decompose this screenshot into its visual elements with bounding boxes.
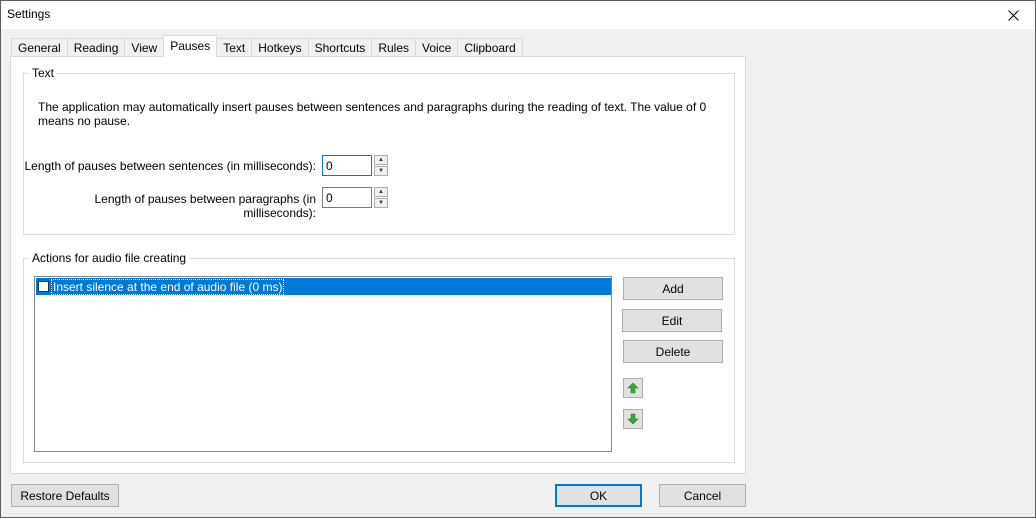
tab-general[interactable]: General xyxy=(11,38,68,57)
arrow-up-icon xyxy=(627,382,639,394)
restore-defaults-button[interactable]: Restore Defaults xyxy=(11,484,119,507)
text-group: Text The application may automatically i… xyxy=(23,66,735,235)
tab-shortcuts[interactable]: Shortcuts xyxy=(307,38,373,57)
paragraphs-pause-input[interactable] xyxy=(322,187,372,208)
paragraphs-increment-button[interactable]: ▲ xyxy=(374,187,388,197)
sentences-increment-button[interactable]: ▲ xyxy=(374,155,388,165)
list-item-checkbox[interactable] xyxy=(38,281,49,292)
ok-button[interactable]: OK xyxy=(555,484,642,507)
sentences-pause-label: Length of pauses between sentences (in m… xyxy=(24,159,316,173)
pauses-tab-panel: Text The application may automatically i… xyxy=(10,56,746,474)
settings-window: Settings General Reading View Pauses Tex… xyxy=(0,0,1036,518)
audio-actions-legend: Actions for audio file creating xyxy=(29,251,190,265)
tab-text[interactable]: Text xyxy=(216,38,253,57)
close-icon xyxy=(1007,9,1019,21)
text-group-legend: Text xyxy=(29,66,58,80)
close-button[interactable] xyxy=(991,1,1035,29)
tab-voice[interactable]: Voice xyxy=(415,38,459,57)
paragraphs-pause-spinner: ▲ ▼ xyxy=(322,187,388,208)
sentences-pause-spinner: ▲ ▼ xyxy=(322,155,388,176)
tab-strip: General Reading View Pauses Text Hotkeys… xyxy=(11,35,523,57)
tab-hotkeys[interactable]: Hotkeys xyxy=(251,38,309,57)
paragraphs-pause-label: Length of pauses between paragraphs (in … xyxy=(94,192,317,220)
audio-actions-list[interactable]: Insert silence at the end of audio file … xyxy=(34,276,612,452)
tab-reading[interactable]: Reading xyxy=(66,38,126,57)
pauses-description: The application may automatically insert… xyxy=(38,100,707,128)
tab-view[interactable]: View xyxy=(124,38,165,57)
move-up-button[interactable] xyxy=(623,378,643,398)
add-button[interactable]: Add xyxy=(623,277,723,300)
cancel-button[interactable]: Cancel xyxy=(659,484,746,507)
title-bar: Settings xyxy=(1,1,1035,29)
tab-pauses[interactable]: Pauses xyxy=(163,35,218,57)
edit-button[interactable]: Edit xyxy=(622,309,722,332)
arrow-down-icon xyxy=(627,413,639,425)
list-item[interactable]: Insert silence at the end of audio file … xyxy=(36,278,611,295)
window-title: Settings xyxy=(7,7,51,21)
tab-clipboard[interactable]: Clipboard xyxy=(457,38,523,57)
sentences-decrement-button[interactable]: ▼ xyxy=(374,166,388,176)
delete-button[interactable]: Delete xyxy=(623,340,723,363)
paragraphs-decrement-button[interactable]: ▼ xyxy=(374,198,388,208)
move-down-button[interactable] xyxy=(623,409,643,429)
tab-rules[interactable]: Rules xyxy=(371,38,416,57)
list-item-label: Insert silence at the end of audio file … xyxy=(50,278,285,295)
sentences-pause-input[interactable] xyxy=(322,155,372,176)
